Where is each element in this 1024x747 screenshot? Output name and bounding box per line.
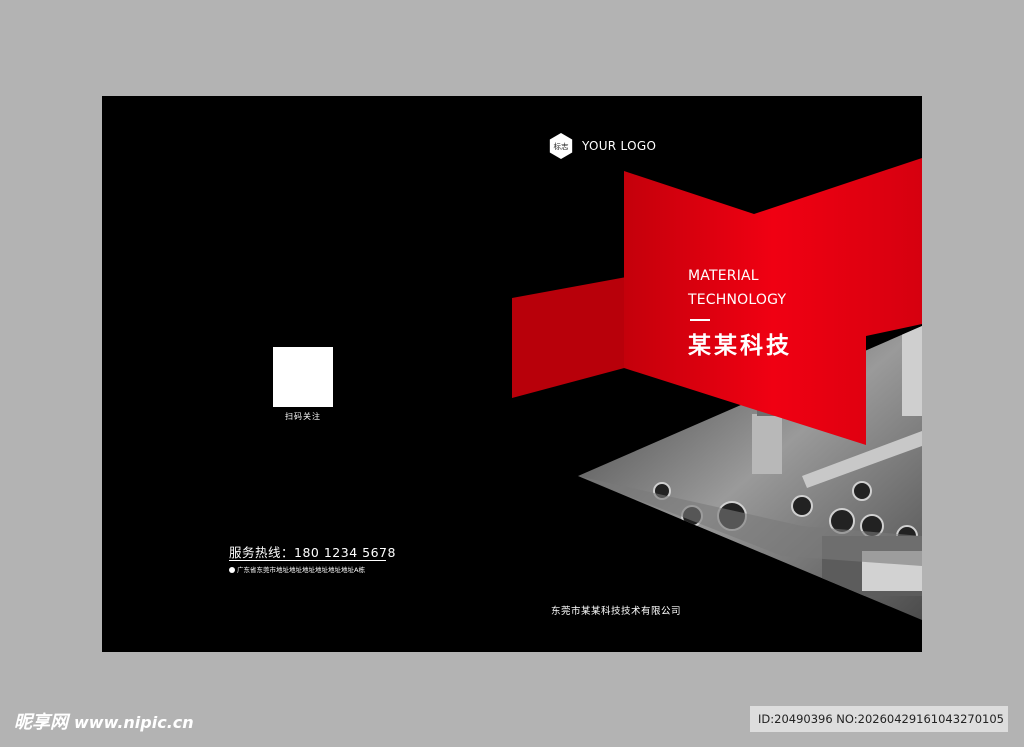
title-divider [690, 319, 710, 321]
watermark-id: ID:20490396 NO:20260429161043270105 [750, 706, 1008, 732]
watermark-url: www.nipic.cn [74, 713, 194, 732]
spindle-shape [752, 414, 782, 474]
title-chinese: 某某科技 [688, 333, 792, 359]
title-english: MATERIAL TECHNOLOGY [688, 264, 786, 312]
logo-text: YOUR LOGO [582, 139, 657, 153]
title-en-line-1: MATERIAL [688, 268, 759, 284]
watermark-brand: 昵享网 www.nipic.cn [14, 708, 194, 734]
brochure-cover: 扫码关注 服务热线：180 1234 5678 广东省东莞市地址地址地址地址地址… [102, 96, 922, 652]
company-name: 东莞市某某科技技术有限公司 [551, 606, 682, 617]
title-en-line-2: TECHNOLOGY [688, 292, 787, 308]
watermark-brand-name: 昵享网 [14, 712, 68, 733]
cover-artwork [512, 158, 922, 620]
